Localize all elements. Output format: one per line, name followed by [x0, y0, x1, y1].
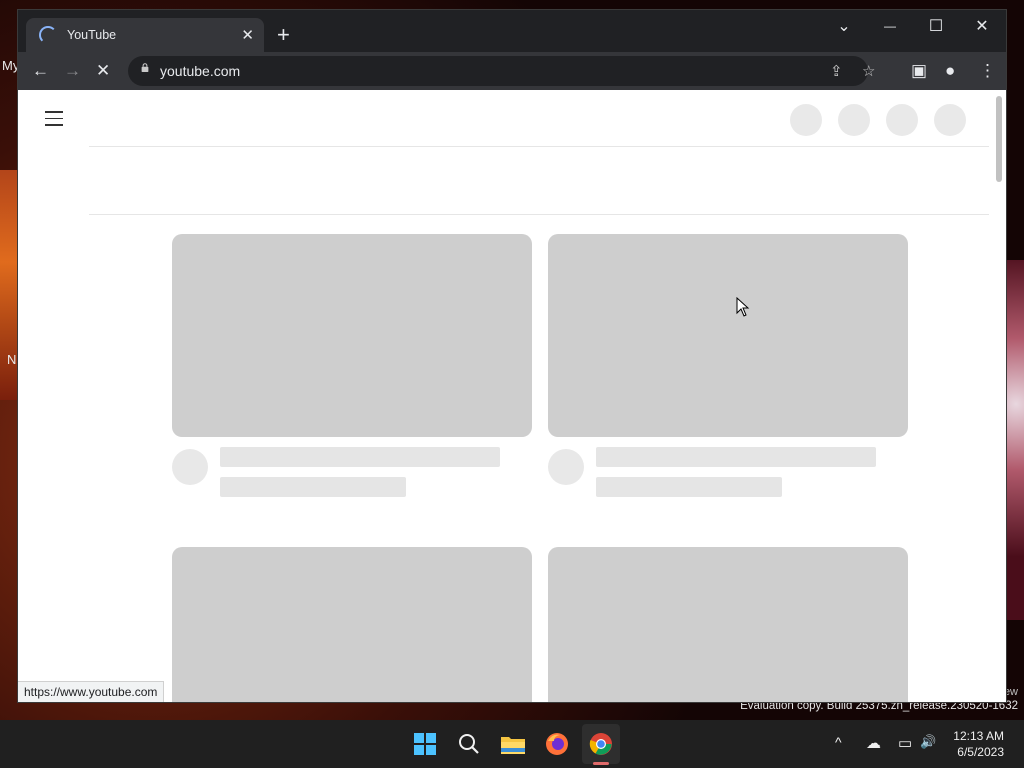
- meta-placeholder: [596, 477, 782, 497]
- browser-window: YouTube ✕ + ⌄ — ☐ ✕ ← → ✕ youtube.com ⇪ …: [18, 10, 1006, 702]
- desktop-icon-label[interactable]: N: [7, 352, 16, 367]
- system-clock[interactable]: 12:13 AM 6/5/2023: [953, 728, 1004, 760]
- forward-button[interactable]: →: [64, 61, 81, 81]
- title-placeholder: [596, 447, 876, 467]
- firefox-icon: [546, 733, 568, 755]
- address-bar[interactable]: youtube.com ⇪ ☆: [128, 56, 875, 86]
- video-thumbnail-placeholder[interactable]: [548, 547, 908, 702]
- close-window-button[interactable]: ✕: [959, 16, 1005, 36]
- channel-avatar-placeholder: [172, 449, 208, 485]
- browser-toolbar: ← → ✕ youtube.com ⇪ ☆ ▣ ● ⋮: [18, 52, 1006, 90]
- volume-icon[interactable]: 🔊: [920, 734, 936, 750]
- side-panel-icon[interactable]: ▣: [911, 61, 927, 81]
- chrome-icon: [589, 733, 612, 755]
- mouse-cursor-icon: [736, 297, 750, 317]
- taskbar: ^ ☁ ▭ 🔊 12:13 AM 6/5/2023: [0, 720, 1024, 768]
- back-button[interactable]: ←: [32, 61, 49, 81]
- channel-avatar-placeholder: [548, 449, 584, 485]
- title-placeholder: [220, 447, 500, 467]
- tab-title: YouTube: [67, 28, 117, 42]
- chrome-button[interactable]: [586, 729, 616, 759]
- desktop-icon-label[interactable]: My: [2, 58, 19, 73]
- watermark-line: ew: [1003, 686, 1018, 698]
- clock-time: 12:13 AM: [953, 729, 1004, 743]
- video-thumbnail-placeholder[interactable]: [172, 234, 532, 437]
- windows-logo-icon: [414, 733, 436, 755]
- show-hidden-icons-chevron-icon[interactable]: ^: [835, 734, 842, 750]
- active-app-indicator: [593, 762, 609, 765]
- page-scrollbar[interactable]: [996, 96, 1002, 182]
- minimize-button[interactable]: —: [867, 19, 913, 33]
- title-bar: YouTube ✕ + ⌄ — ☐ ✕: [18, 10, 1006, 52]
- loading-spinner-icon: [39, 26, 57, 44]
- stop-loading-button[interactable]: ✕: [96, 61, 110, 81]
- onedrive-cloud-icon[interactable]: ☁: [866, 734, 881, 752]
- hamburger-menu-icon[interactable]: [45, 111, 63, 131]
- maximize-button[interactable]: ☐: [913, 16, 959, 36]
- search-icon: [459, 734, 479, 754]
- search-button[interactable]: [454, 729, 484, 759]
- clock-date: 6/5/2023: [957, 745, 1004, 759]
- start-button[interactable]: [410, 729, 440, 759]
- header-placeholder: [934, 104, 966, 136]
- menu-icon[interactable]: ⋮: [979, 61, 996, 81]
- status-bar-url: https://www.youtube.com: [18, 681, 165, 702]
- new-tab-button[interactable]: +: [277, 24, 290, 46]
- file-explorer-button[interactable]: [498, 729, 528, 759]
- header-placeholder: [790, 104, 822, 136]
- share-icon[interactable]: ⇪: [830, 62, 843, 80]
- url-text[interactable]: youtube.com: [160, 63, 240, 79]
- video-thumbnail-placeholder[interactable]: [548, 234, 908, 437]
- header-placeholder: [838, 104, 870, 136]
- header-placeholder: [886, 104, 918, 136]
- folder-icon: [501, 737, 525, 754]
- video-thumbnail-placeholder[interactable]: [172, 547, 532, 702]
- meta-placeholder: [220, 477, 406, 497]
- page-content: https://www.youtube.com: [18, 90, 1006, 702]
- tab-search-button[interactable]: ⌄: [821, 16, 867, 36]
- tab-youtube[interactable]: YouTube ✕: [26, 18, 264, 52]
- lock-icon[interactable]: [140, 63, 150, 72]
- divider: [89, 214, 989, 215]
- display-icon[interactable]: ▭: [898, 734, 912, 752]
- profile-icon[interactable]: ●: [945, 61, 955, 81]
- divider: [89, 146, 989, 147]
- bookmark-star-icon[interactable]: ☆: [862, 62, 875, 80]
- firefox-button[interactable]: [542, 729, 572, 759]
- tab-close-icon[interactable]: ✕: [241, 26, 254, 44]
